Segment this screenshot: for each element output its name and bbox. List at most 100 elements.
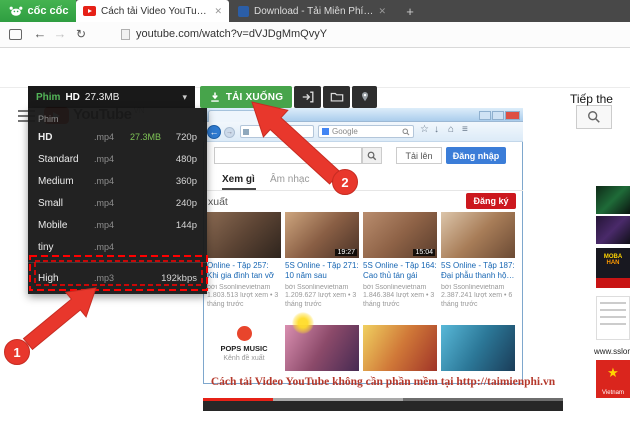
duration-badge: 15:04 — [413, 249, 435, 256]
click-highlight — [292, 312, 314, 334]
video-title: 5S Online - Tập 271: 10 năm sau — [285, 261, 359, 282]
step-1-number: 1 — [13, 345, 20, 360]
format-option-small[interactable]: Small .mp4 240p — [28, 192, 207, 214]
step-1-arrow — [24, 288, 97, 349]
back-icon[interactable]: ← — [32, 26, 48, 41]
close-icon[interactable]: ✕ — [378, 6, 386, 17]
crab-icon — [8, 5, 24, 17]
recorded-youtube-search-field — [214, 147, 362, 164]
youtube-header: YouTube VN — [0, 48, 630, 88]
selected-quality: HD — [65, 92, 79, 103]
format-option-high-mp3[interactable]: High .mp3 192kbps — [28, 267, 207, 289]
video-stats: 1.803.513 lượt xem • 3 tháng trước — [207, 292, 281, 310]
upnext-thumbnail-4[interactable]: ★ Vietnam — [596, 360, 630, 398]
thumb-banner — [596, 278, 630, 288]
progress-played — [203, 398, 273, 401]
chevron-down-icon: ▾ — [182, 92, 187, 103]
minimize-icon — [479, 111, 491, 120]
google-icon — [322, 128, 329, 135]
page-icon — [121, 29, 130, 40]
youtube-favicon — [83, 6, 96, 16]
url-text[interactable]: youtube.com/watch?v=dVJDgMmQvyY — [136, 28, 327, 40]
download-format-menu: Phim HD .mp4 27.3MB 720p Standard .mp4 4… — [28, 108, 207, 294]
channel-avatar — [237, 326, 252, 341]
forward-icon[interactable]: → — [52, 26, 68, 41]
format-option-mobile[interactable]: Mobile .mp4 144p — [28, 214, 207, 236]
video-byline: bởi Ssonlinevietnam — [285, 284, 359, 291]
format-option-medium[interactable]: Medium .mp4 360p — [28, 170, 207, 192]
tab-strip: cốc cốc Cách tải Video YouTube không cầ … — [0, 0, 630, 22]
video-stats: 2.387.241 lượt xem • 6 tháng trước — [441, 292, 515, 310]
taimienphi-favicon — [238, 6, 249, 17]
duration-badge: 19:27 — [335, 249, 357, 256]
open-in-player-button[interactable] — [294, 86, 321, 108]
recorded-tab — [208, 110, 264, 122]
format-option-hd[interactable]: HD .mp4 27.3MB 720p — [28, 126, 207, 148]
channel-subtitle: Kênh đề xuất — [207, 355, 281, 362]
player-control-bar[interactable] — [203, 398, 563, 411]
channel-card: POPS MUSIC Kênh đề xuất — [207, 325, 281, 371]
settings-menu-icon: ≡ — [462, 124, 468, 135]
format-option-tiny[interactable]: tiny .mp4 — [28, 236, 207, 258]
upnext-heading: Tiếp the — [570, 92, 613, 106]
bookmark-star-icon: ☆ — [420, 124, 429, 135]
video-card-row: Online - Tập 257: Khi gia đình tan vỡ bở… — [207, 212, 515, 310]
video-card: 5S Online - Tập 187: Đại phẫu thanh hội … — [441, 212, 515, 310]
video-card: 15:04 5S Online - Tập 164: Cao thủ tán g… — [363, 212, 437, 310]
maximize-icon — [492, 111, 504, 120]
recorded-forward-icon: → — [224, 127, 235, 138]
home-icon: ⌂ — [448, 124, 454, 135]
upnext-link-text: www.sslon — [594, 347, 630, 356]
format-option-standard[interactable]: Standard .mp4 480p — [28, 148, 207, 170]
coccoc-menu-button[interactable]: cốc cốc — [0, 0, 76, 22]
video-thumbnail: 19:27 — [285, 212, 359, 258]
video-thumbnail — [363, 325, 437, 371]
flag-label: Vietnam — [596, 390, 630, 396]
video-thumbnail — [207, 212, 281, 258]
section-title-fragment: xuất — [208, 196, 228, 208]
channel-name: POPS MUSIC — [207, 344, 281, 353]
flag-star-icon: ★ — [596, 360, 630, 386]
video-thumbnail: 15:04 — [363, 212, 437, 258]
close-window-icon — [505, 111, 520, 120]
download-button[interactable]: TẢI XUỐNG — [200, 86, 292, 108]
upnext-thumbnail-1[interactable] — [596, 186, 630, 214]
tab-youtube[interactable]: Cách tải Video YouTube không cầ ✕ — [76, 0, 229, 22]
video-title: Online - Tập 257: Khi gia đình tan vỡ — [207, 261, 281, 282]
open-folder-button[interactable] — [323, 86, 350, 108]
video-card: 19:27 5S Online - Tập 271: 10 năm sau bở… — [285, 212, 359, 310]
recorded-google-search: Google — [318, 125, 414, 138]
video-title: 5S Online - Tập 187: Đại phẫu thanh hội … — [441, 261, 515, 282]
close-icon[interactable]: ✕ — [214, 6, 222, 17]
location-pin-icon — [359, 91, 371, 103]
window-icon[interactable] — [9, 29, 22, 40]
thumb-text: HAN — [596, 260, 630, 266]
reload-icon[interactable]: ↻ — [73, 27, 89, 41]
brand-label: cốc cốc — [28, 5, 69, 17]
tab-download[interactable]: Download - Tải Miễn Phí VN - Phiê ✕ — [231, 0, 393, 22]
menu-divider — [28, 262, 207, 263]
search-icon — [587, 110, 601, 124]
search-button[interactable] — [576, 105, 612, 129]
recorded-newtab-icon: + — [268, 112, 281, 121]
video-title: 5S Online - Tập 164: Cao thủ tán gái — [363, 261, 437, 282]
recorded-address-field — [240, 125, 314, 138]
upnext-thumbnail-3[interactable]: MOBA HAN — [596, 248, 630, 288]
location-button[interactable] — [352, 86, 377, 108]
menu-section-label: Phim — [28, 111, 207, 126]
video-thumbnail — [441, 212, 515, 258]
video-player[interactable]: + ← → Google ☆ ↓ ⌂ ≡ Tải lên Đăng nhập — [196, 88, 568, 412]
tab-music: Âm nhạc — [270, 174, 309, 185]
new-tab-button[interactable]: + — [399, 0, 421, 22]
video-thumbnail — [441, 325, 515, 371]
upload-button: Tải lên — [396, 147, 442, 164]
video-byline: bởi Ssonlinevietnam — [441, 284, 515, 291]
video-caption: Cách tải Video YouTube không cần phần mề… — [203, 376, 563, 388]
search-icon — [367, 151, 377, 161]
download-format-selector[interactable]: Phim HD 27.3MB ▾ — [28, 86, 195, 108]
upnext-thumbnail-2[interactable] — [596, 216, 630, 244]
tab-title: Download - Tải Miễn Phí VN - Phiê — [254, 6, 373, 17]
upnext-text-block — [596, 296, 630, 340]
second-video-row: POPS MUSIC Kênh đề xuất — [207, 325, 515, 371]
video-card: Online - Tập 257: Khi gia đình tan vỡ bở… — [207, 212, 281, 310]
